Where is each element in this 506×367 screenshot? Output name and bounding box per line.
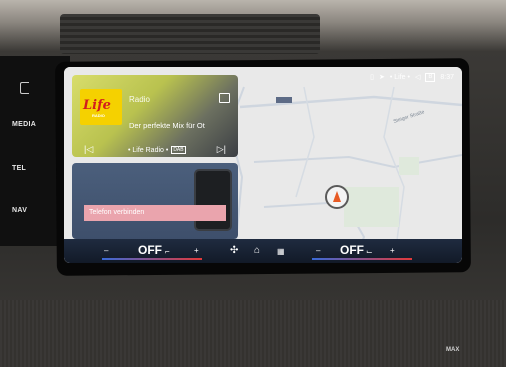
status-bar: ▯ ➤ • Life • ◁ B 8:37: [370, 71, 454, 83]
logo-subtext: RADIO: [92, 113, 105, 118]
station-line: • Life Radio • DAB: [128, 146, 186, 154]
seat-heat-left-icon[interactable]: ⌐: [165, 247, 170, 256]
home-icon[interactable]: ⌂: [254, 245, 260, 256]
media-button[interactable]: MEDIA: [12, 121, 36, 128]
max-defrost-button[interactable]: MAX: [446, 347, 459, 353]
phone-icon: ▯: [370, 74, 375, 81]
left-temp-indicator: [102, 258, 202, 260]
bluetooth-icon: B: [425, 72, 436, 82]
tel-button[interactable]: TEL: [12, 165, 26, 172]
back-icon: [20, 82, 29, 94]
nav-button[interactable]: NAV: [12, 207, 27, 214]
status-station: • Life •: [389, 73, 410, 81]
climate-bar: – OFF ⌐ + ✣ ⌂ ▦ – OFF ⌙ +: [64, 239, 462, 263]
fan-icon[interactable]: ✣: [230, 245, 238, 256]
connect-phone-label: Telefon verbinden: [89, 209, 145, 216]
band-badge: DAB: [171, 146, 186, 154]
logo-text: Life: [83, 98, 111, 113]
dashboard-trim: [0, 300, 506, 367]
next-icon[interactable]: ▷|: [217, 145, 226, 154]
smartphone-icon: [194, 169, 232, 231]
now-playing: Der perfekte Mix für Ot: [129, 121, 205, 130]
car-interior-photo: MEDIA TEL NAV MAX Steiger Straße ▯ ➤ • L…: [0, 0, 506, 367]
media-menu-icon[interactable]: [219, 93, 230, 103]
navigation-arrow-icon: [333, 191, 341, 202]
right-temp-minus[interactable]: –: [316, 246, 320, 255]
left-temp-minus[interactable]: –: [104, 246, 108, 255]
air-vent: [60, 14, 320, 54]
left-temp-plus[interactable]: +: [194, 246, 199, 255]
apps-grid-icon[interactable]: ▦: [277, 247, 285, 256]
phone-widget[interactable]: Telefon verbinden: [72, 163, 238, 239]
volume-icon: ◁: [414, 74, 421, 81]
left-climate-value[interactable]: OFF: [138, 243, 162, 257]
right-climate-value[interactable]: OFF: [340, 243, 364, 257]
right-temp-indicator: [312, 258, 412, 260]
clock: 8:37: [440, 73, 454, 81]
location-icon: ➤: [379, 74, 385, 81]
media-widget[interactable]: Life RADIO Radio Der perfekte Mix für Ot…: [72, 75, 238, 157]
right-temp-plus[interactable]: +: [390, 246, 395, 255]
media-source: Radio: [129, 95, 150, 104]
station-logo: Life RADIO: [80, 89, 122, 125]
seat-heat-right-icon[interactable]: ⌙: [366, 247, 373, 256]
position-marker: [325, 185, 349, 209]
previous-icon[interactable]: |◁: [84, 145, 93, 154]
infotainment-screen: Steiger Straße ▯ ➤ • Life • ◁ B 8:37 Lif…: [64, 67, 462, 263]
station-name: • Life Radio •: [128, 146, 169, 154]
